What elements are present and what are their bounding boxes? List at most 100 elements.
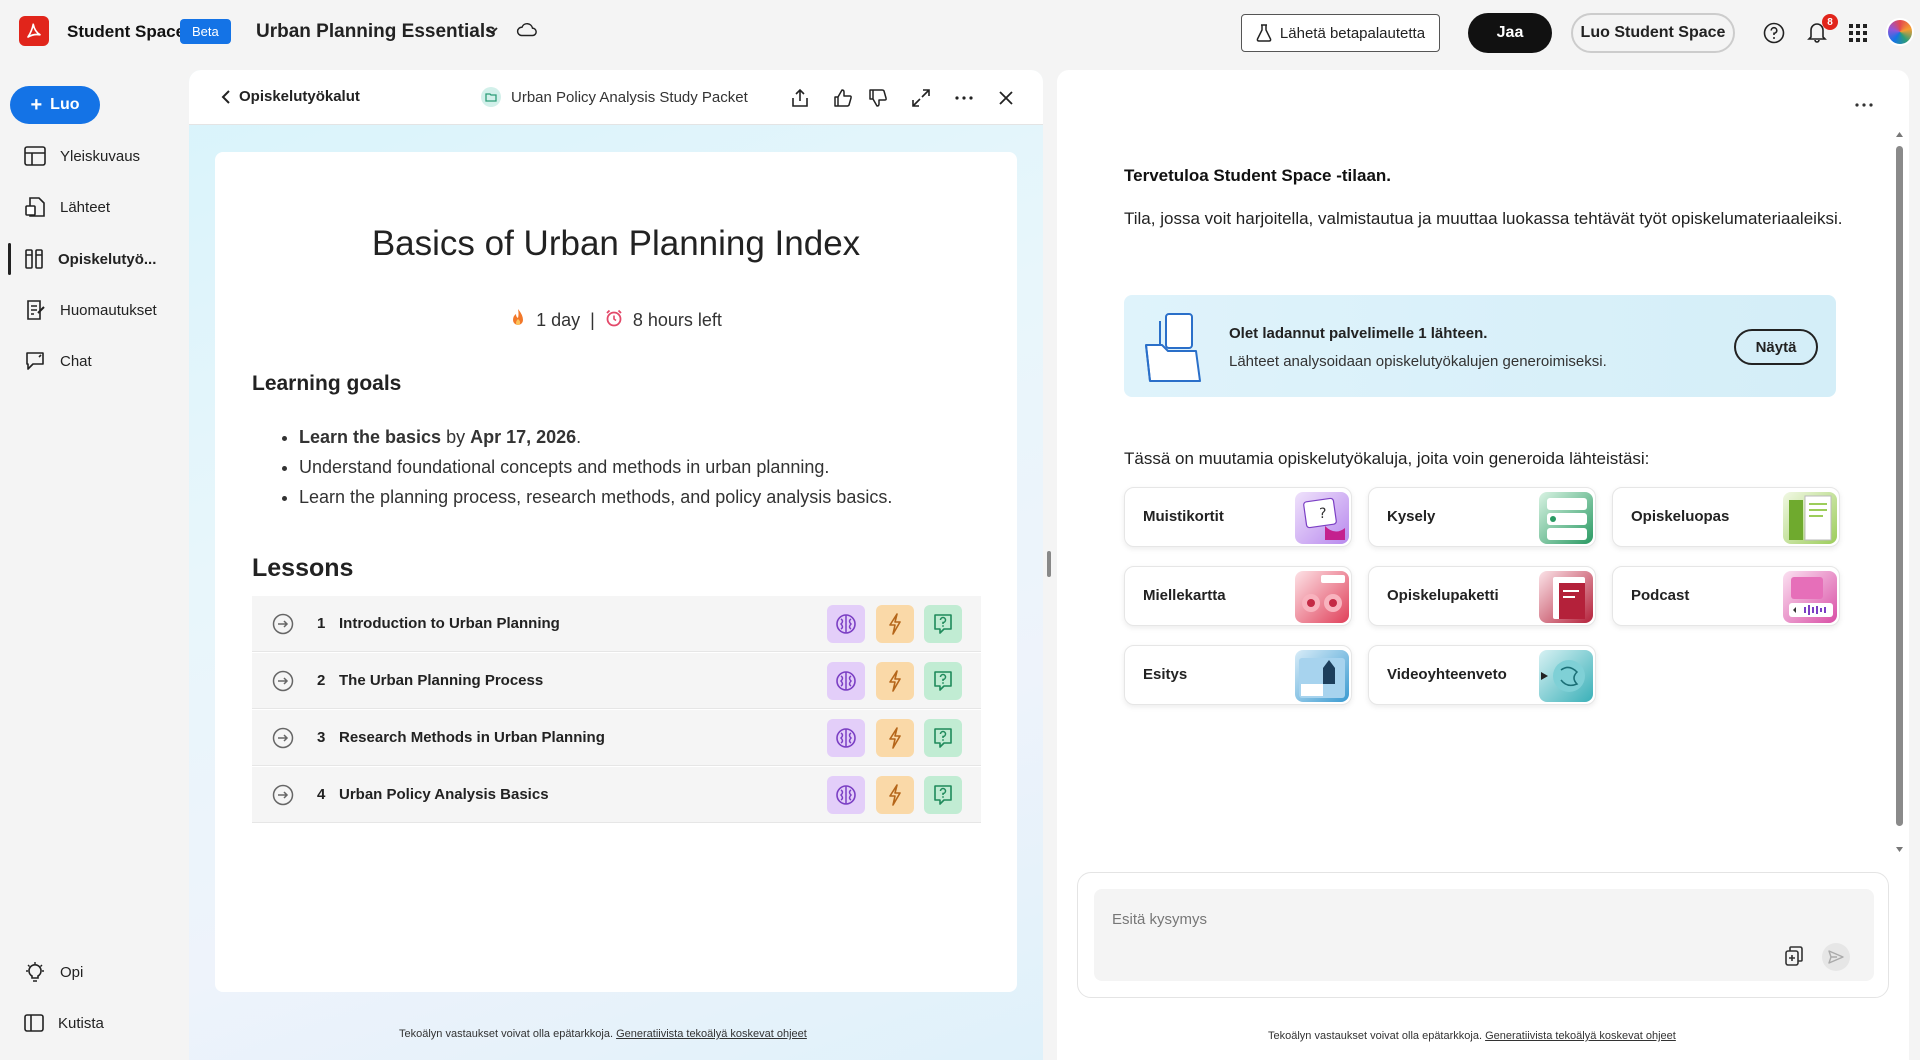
lesson-row[interactable]: 1 Introduction to Urban Planning	[252, 596, 981, 652]
tool-study-guide[interactable]: Opiskeluopas	[1612, 487, 1840, 547]
lesson-title: The Urban Planning Process	[339, 672, 544, 689]
thumbs-up-icon[interactable]	[832, 87, 854, 109]
notification-count-badge: 8	[1822, 14, 1838, 30]
nav-item-label: Chat	[60, 352, 92, 370]
notes-icon	[27, 300, 45, 320]
more-options-icon[interactable]	[1855, 94, 1873, 112]
share-button[interactable]: Jaa	[1468, 13, 1552, 53]
show-sources-button[interactable]: Näytä	[1734, 329, 1818, 365]
tool-quiz[interactable]: Kysely	[1368, 487, 1596, 547]
brain-icon[interactable]	[827, 662, 865, 700]
send-button[interactable]	[1822, 943, 1850, 971]
lightning-icon[interactable]	[876, 776, 914, 814]
quiz-question-icon[interactable]	[924, 605, 962, 643]
app-brand: Student Spaces	[67, 22, 195, 41]
scrollbar-thumb[interactable]	[1896, 146, 1903, 826]
quiz-question-icon[interactable]	[924, 719, 962, 757]
create-student-space-button[interactable]: Luo Student Space	[1571, 13, 1735, 53]
goal-item: Learn the basics by Apr 17, 2026.	[299, 422, 892, 452]
lesson-title: Introduction to Urban Planning	[339, 615, 560, 632]
brain-icon[interactable]	[827, 776, 865, 814]
ask-input-area[interactable]: Esitä kysymys	[1094, 889, 1874, 981]
user-avatar[interactable]	[1886, 18, 1914, 46]
video-summary-thumbnail-icon	[1539, 650, 1593, 702]
tool-label: Kysely	[1387, 508, 1436, 525]
feedback-button[interactable]: Lähetä betapalautetta	[1241, 14, 1440, 52]
tool-label: Opiskelupaketti	[1387, 587, 1499, 604]
panel-header: Opiskelutyökalut Urban Policy Analysis S…	[189, 70, 1043, 125]
more-options-icon[interactable]	[953, 87, 975, 109]
collapse-sidebar-button[interactable]: Kutista	[10, 1003, 180, 1043]
space-title[interactable]: Urban Planning Essentials	[256, 21, 496, 43]
panel-resize-handle[interactable]	[1047, 551, 1051, 577]
genai-guidelines-link[interactable]: Generatiivista tekoälyä koskevat ohjeet	[616, 1028, 807, 1040]
tool-flashcards[interactable]: Muistikortit ?	[1124, 487, 1352, 547]
lightning-icon[interactable]	[876, 719, 914, 757]
beta-badge: Beta	[180, 19, 231, 44]
top-bar: Student Spaces Beta Urban Planning Essen…	[0, 0, 1920, 64]
flame-icon	[510, 308, 526, 333]
brain-icon[interactable]	[827, 605, 865, 643]
svg-text:?: ?	[1319, 506, 1326, 522]
nav-item-learn[interactable]: Opi	[10, 952, 180, 992]
share-icon[interactable]	[789, 87, 811, 109]
nav-item-label: Opiskelutyö...	[58, 250, 157, 268]
brain-icon[interactable]	[827, 719, 865, 757]
tool-podcast[interactable]: Podcast	[1612, 566, 1840, 626]
nav-item-overview[interactable]: Yleiskuvaus	[10, 136, 180, 176]
packet-icon	[481, 87, 501, 107]
ask-input[interactable]: Esitä kysymys	[1112, 911, 1207, 928]
tool-mind-map[interactable]: Miellekartta	[1124, 566, 1352, 626]
goal-text: .	[576, 427, 582, 447]
flask-icon	[1256, 24, 1272, 42]
tool-study-packet[interactable]: Opiskelupaketti	[1368, 566, 1596, 626]
nav-item-label: Yleiskuvaus	[60, 147, 141, 165]
learning-goals-heading: Learning goals	[252, 372, 402, 395]
tool-label: Videoyhteenveto	[1387, 666, 1507, 683]
goal-text: by	[441, 427, 471, 447]
nav-item-study-tools[interactable]: Opiskelutyö...	[10, 239, 180, 279]
lesson-number: 4	[317, 786, 326, 803]
lesson-row[interactable]: 3 Research Methods in Urban Planning	[252, 710, 981, 766]
expand-icon[interactable]	[910, 87, 932, 109]
sources-banner: Olet ladannut palvelimelle 1 lähteen. Lä…	[1124, 295, 1836, 397]
chevron-down-icon[interactable]	[484, 22, 500, 43]
tool-presentation[interactable]: Esitys	[1124, 645, 1352, 705]
acrobat-logo-icon[interactable]	[19, 16, 49, 46]
back-label: Opiskelutyökalut	[239, 88, 360, 105]
help-icon[interactable]	[1762, 21, 1786, 45]
packet-title-text: Urban Policy Analysis Study Packet	[511, 88, 748, 106]
back-to-study-tools-button[interactable]: Opiskelutyökalut	[221, 88, 360, 105]
nav-item-notes[interactable]: Huomautukset	[10, 290, 180, 330]
close-icon[interactable]	[995, 87, 1017, 109]
attach-icon[interactable]	[1784, 945, 1804, 972]
create-button[interactable]: + Luo	[10, 86, 100, 124]
study-tools-icon	[25, 249, 43, 269]
lesson-title: Urban Policy Analysis Basics	[339, 786, 549, 803]
layout-icon	[24, 146, 46, 166]
tool-label: Esitys	[1143, 666, 1188, 683]
folder-document-icon	[1142, 311, 1206, 390]
apps-grid-icon[interactable]	[1846, 21, 1870, 45]
ai-disclaimer: Tekoälyn vastaukset voivat olla epätarkk…	[399, 1028, 807, 1040]
lightning-icon[interactable]	[876, 605, 914, 643]
progress-meta: 1 day | 8 hours left	[215, 308, 1017, 333]
quiz-question-icon[interactable]	[924, 776, 962, 814]
lesson-row[interactable]: 4 Urban Policy Analysis Basics	[252, 767, 981, 823]
alarm-clock-icon	[605, 309, 623, 332]
goal-item: Understand foundational concepts and met…	[299, 452, 892, 482]
lesson-row[interactable]: 2 The Urban Planning Process	[252, 653, 981, 709]
lightning-icon[interactable]	[876, 662, 914, 700]
arrow-circle-icon	[272, 613, 294, 640]
tool-label: Opiskeluopas	[1631, 508, 1730, 525]
thumbs-down-icon[interactable]	[867, 87, 889, 109]
nav-item-chat[interactable]: Chat	[10, 341, 180, 381]
quiz-question-icon[interactable]	[924, 662, 962, 700]
arrow-circle-icon	[272, 784, 294, 811]
tool-video-summary[interactable]: Videoyhteenveto	[1368, 645, 1596, 705]
genai-guidelines-link[interactable]: Generatiivista tekoälyä koskevat ohjeet	[1485, 1030, 1676, 1042]
learning-goals-list: Learn the basics by Apr 17, 2026. Unders…	[299, 422, 892, 512]
nav-item-sources[interactable]: Lähteet	[10, 187, 180, 227]
scrollbar[interactable]	[1895, 130, 1903, 894]
cloud-icon[interactable]	[516, 20, 538, 45]
